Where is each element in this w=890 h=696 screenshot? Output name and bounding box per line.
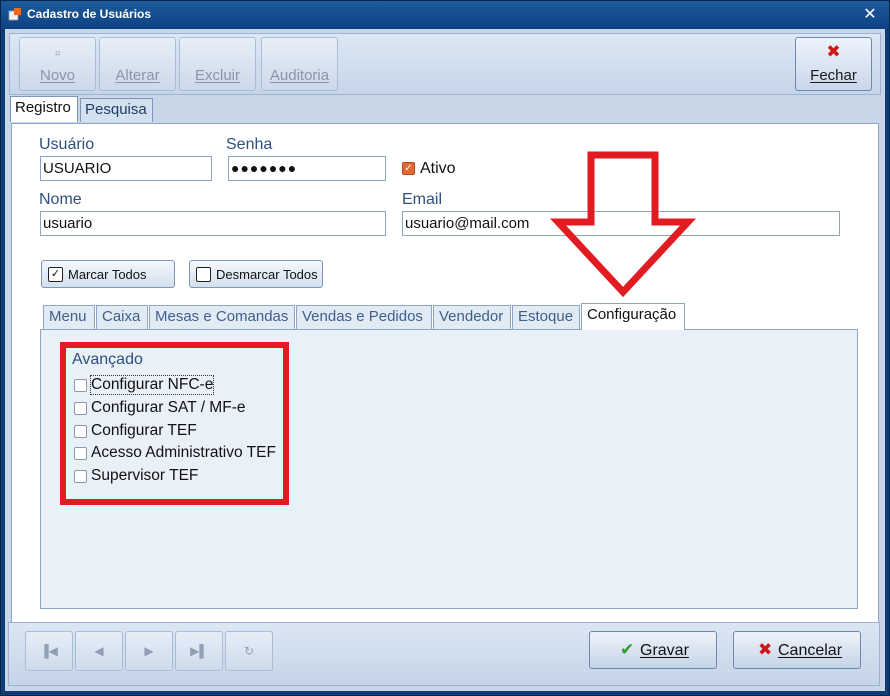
fechar-button[interactable]: ✖ Fechar [795,37,872,91]
tab-configuracao[interactable]: Configuração [581,303,685,330]
usuario-label: Usuário [39,136,95,153]
desmarcar-todos-button[interactable]: Desmarcar Todos [189,260,323,288]
next-record-button[interactable]: ▶ [125,631,173,671]
novo-label: Novo [39,67,76,84]
excluir-button[interactable]: Excluir [179,37,256,91]
nome-input[interactable] [40,211,386,236]
tab-menu[interactable]: Menu [43,305,95,329]
new-record-icon: ▫ [54,45,61,62]
app-icon [8,8,21,21]
usuario-input[interactable] [40,156,212,181]
marcar-todos-button[interactable]: ✓ Marcar Todos [41,260,175,288]
refresh-button[interactable]: ↻ [225,631,273,671]
ativo-checkbox[interactable]: ✓ [402,162,415,175]
cancelar-label: Cancelar [778,642,843,659]
checked-box-icon: ✓ [48,267,63,282]
title-bar: Cadastro de Usuários ✕ [1,1,889,29]
alterar-label: Alterar [115,67,160,84]
tab-caixa-label: Caixa [102,308,141,325]
ativo-label: Ativo [420,160,456,177]
annotation-highlight-box [60,342,289,505]
first-record-button[interactable]: ▐◀ [25,631,73,671]
tab-vendedor-label: Vendedor [439,308,504,325]
email-label: Email [402,191,443,208]
senha-input[interactable]: ●●●●●●● [228,156,386,181]
annotation-arrow-icon [550,151,697,298]
excluir-label: Excluir [194,67,240,84]
marcar-todos-label: Marcar Todos [68,267,147,282]
novo-button[interactable]: ▫ Novo [19,37,96,91]
tab-registro-label: Registro [15,99,71,116]
gravar-button[interactable]: ✔ Gravar [589,631,717,669]
tab-mesas-comandas[interactable]: Mesas e Comandas [149,305,295,329]
tab-pesquisa[interactable]: Pesquisa [80,98,153,122]
last-record-button[interactable]: ▶▌ [175,631,223,671]
tab-caixa[interactable]: Caixa [96,305,148,329]
gravar-label: Gravar [640,642,689,659]
tab-estoque-label: Estoque [518,308,574,325]
unchecked-box-icon [196,267,211,282]
window-title: Cadastro de Usuários [27,7,152,21]
close-window-icon[interactable]: ✕ [859,5,881,25]
toolbar: ▫ Novo Alterar Excluir Auditoria ✖ Fecha… [9,33,881,95]
tab-pesquisa-label: Pesquisa [85,101,147,118]
tab-vendedor[interactable]: Vendedor [433,305,511,329]
nome-label: Nome [39,191,82,208]
tab-vendas-label: Vendas e Pedidos [302,308,423,325]
previous-record-button[interactable]: ◀ [75,631,123,671]
tab-mesas-label: Mesas e Comandas [155,308,289,325]
auditoria-button[interactable]: Auditoria [261,37,338,91]
senha-label: Senha [226,136,273,153]
bottom-bar: ▐◀ ◀ ▶ ▶▌ ↻ ✔ Gravar ✖ Cancelar [8,622,880,686]
desmarcar-todos-label: Desmarcar Todos [216,267,318,282]
tab-estoque[interactable]: Estoque [512,305,580,329]
close-icon: ✖ [826,42,841,61]
tab-vendas-pedidos[interactable]: Vendas e Pedidos [296,305,432,329]
tab-registro[interactable]: Registro [10,96,78,122]
tab-configuracao-label: Configuração [587,306,677,323]
fechar-label: Fechar [810,67,857,84]
alterar-button[interactable]: Alterar [99,37,176,91]
cancel-icon: ✖ [758,640,773,659]
checkmark-icon: ✔ [620,640,635,659]
auditoria-label: Auditoria [269,67,330,84]
tab-menu-label: Menu [49,308,87,325]
cancelar-button[interactable]: ✖ Cancelar [733,631,861,669]
